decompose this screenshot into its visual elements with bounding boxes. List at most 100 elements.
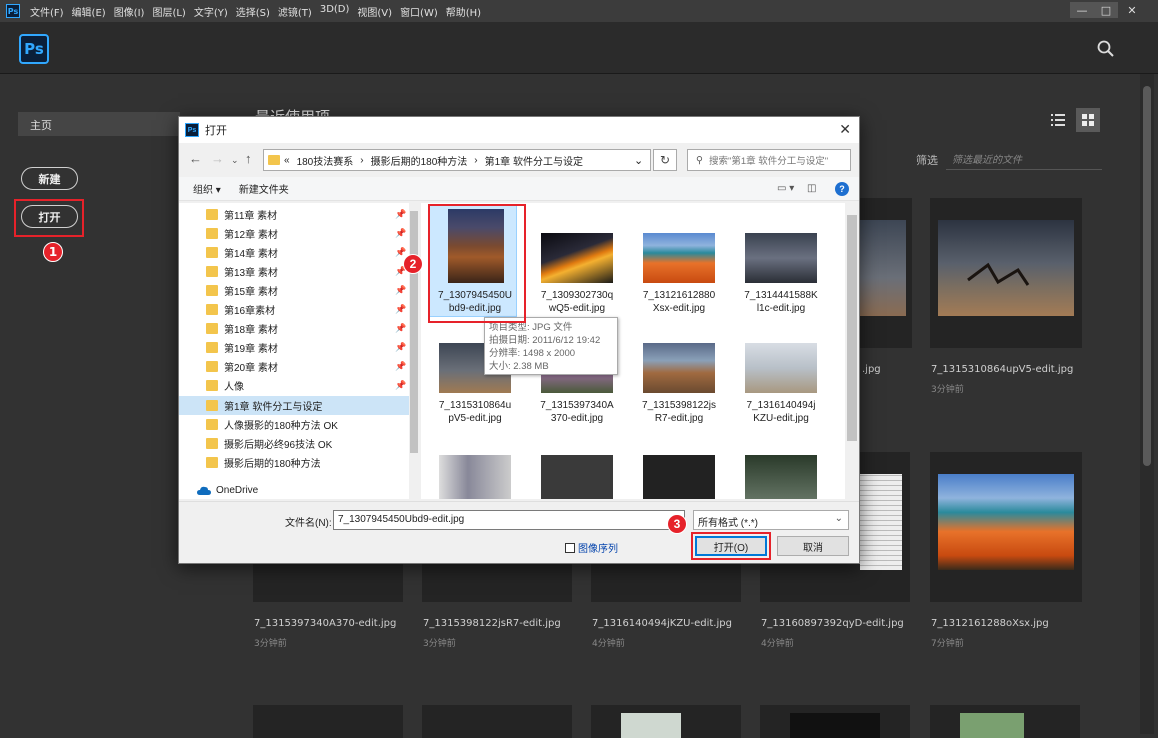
- nav-label: OneDrive: [216, 485, 259, 496]
- folder-icon: [206, 361, 218, 372]
- chevron-down-icon[interactable]: ⌄: [634, 154, 643, 167]
- nav-label: 第12章 素材: [224, 230, 278, 241]
- nav-folder[interactable]: 人像摄影的180种方法 OK: [179, 415, 409, 434]
- dialog-search-input[interactable]: ⚲ 搜索"第1章 软件分工与设定": [687, 149, 851, 171]
- ps-logo-icon: Ps: [19, 34, 49, 64]
- nav-folder[interactable]: 第19章 素材 📌: [179, 338, 409, 357]
- nav-folder[interactable]: 第14章 素材 📌: [179, 243, 409, 262]
- search-icon: ⚲: [696, 154, 703, 166]
- nav-folder-selected[interactable]: 第1章 软件分工与设定: [179, 396, 409, 415]
- close-icon[interactable]: ✕: [839, 121, 851, 138]
- preview-pane-icon[interactable]: ◫: [807, 183, 816, 194]
- forward-arrow-icon[interactable]: →: [211, 151, 224, 166]
- cloud-icon: [197, 486, 211, 495]
- recent-card[interactable]: [760, 705, 910, 738]
- file-thumbnail: [745, 343, 817, 393]
- address-bar[interactable]: « 180技法赛系 › 摄影后期的180种方法 › 第1章 软件分工与设定 ⌄: [263, 149, 651, 171]
- recent-card[interactable]: [930, 452, 1082, 602]
- files-scrollbar[interactable]: [845, 203, 859, 499]
- nav-folder[interactable]: 第15章 素材 📌: [179, 281, 409, 300]
- recent-file-time: 3分钟前: [254, 639, 287, 649]
- folder-icon: [206, 457, 218, 468]
- image-sequence-checkbox[interactable]: 图像序列: [565, 540, 618, 555]
- filename-label: 文件名(N):: [285, 518, 332, 529]
- nav-folder[interactable]: 第12章 素材 📌: [179, 224, 409, 243]
- breadcrumb-item[interactable]: 摄影后期的180种方法: [371, 153, 468, 168]
- filename-input[interactable]: 7_1307945450Ubd9-edit.jpg: [333, 510, 685, 530]
- recent-file-time: 7分钟前: [931, 639, 964, 649]
- menu-layer[interactable]: 图层(L): [152, 4, 185, 19]
- recent-thumbnail: [938, 474, 1074, 570]
- file-name: 7_13121612880 Xsx-edit.jpg: [642, 290, 716, 314]
- recent-card[interactable]: [253, 705, 403, 738]
- filetype-select[interactable]: 所有格式 (*.*) ⌄: [693, 510, 849, 530]
- nav-folder[interactable]: 第13章 素材 📌: [179, 262, 409, 281]
- recent-file-time: 3分钟前: [423, 639, 456, 649]
- folder-icon: [206, 247, 218, 258]
- file-thumbnail: [745, 455, 817, 499]
- refresh-icon[interactable]: ↻: [653, 149, 677, 171]
- minimize-button[interactable]: —: [1070, 2, 1094, 18]
- nav-folder[interactable]: 摄影后期必终96技法 OK: [179, 434, 409, 453]
- search-icon[interactable]: [1097, 40, 1115, 58]
- breadcrumb-item[interactable]: 180技法赛系: [297, 153, 354, 168]
- menu-help[interactable]: 帮助(H): [446, 4, 481, 19]
- recent-card[interactable]: [591, 705, 741, 738]
- recent-file-name: 7_1316140494jKZU-edit.jpg: [592, 618, 732, 629]
- folder-icon: [206, 323, 218, 334]
- nav-label: 摄影后期的180种方法: [224, 459, 321, 470]
- organize-button[interactable]: 组织 ▾: [193, 181, 221, 196]
- menu-select[interactable]: 选择(S): [236, 4, 270, 19]
- nav-folder[interactable]: 第18章 素材 📌: [179, 319, 409, 338]
- list-view-icon[interactable]: [1046, 108, 1070, 132]
- maximize-button[interactable]: □: [1094, 2, 1118, 18]
- folder-icon: [206, 304, 218, 315]
- file-thumbnail: [643, 455, 715, 499]
- pin-icon: 📌: [395, 228, 407, 238]
- pin-icon: 📌: [395, 304, 407, 314]
- menu-filter[interactable]: 滤镜(T): [278, 4, 312, 19]
- file-thumbnail: [541, 455, 613, 499]
- checkbox-label: 图像序列: [578, 544, 618, 555]
- dialog-cancel-button[interactable]: 取消: [777, 536, 849, 556]
- nav-folder[interactable]: 第11章 素材 📌: [179, 205, 409, 224]
- new-folder-button[interactable]: 新建文件夹: [239, 181, 289, 196]
- nav-folder[interactable]: 人像 📌: [179, 376, 409, 395]
- chevron-down-icon[interactable]: ⌄: [231, 155, 239, 166]
- new-button[interactable]: 新建: [21, 167, 78, 190]
- up-arrow-icon[interactable]: ↑: [245, 151, 252, 166]
- close-window-button[interactable]: ✕: [1120, 2, 1144, 18]
- nav-folder[interactable]: 第20章 素材 📌: [179, 357, 409, 376]
- open-button[interactable]: 打开: [21, 205, 78, 228]
- view-options-icon[interactable]: ▭ ▾: [777, 183, 794, 194]
- sidebar-item-home[interactable]: 主页: [18, 112, 180, 136]
- grid-view-icon[interactable]: [1076, 108, 1100, 132]
- nav-onedrive[interactable]: OneDrive: [179, 481, 409, 499]
- filter-input[interactable]: 筛选最近的文件: [946, 148, 1102, 170]
- chevron-down-icon: ⌄: [834, 513, 843, 524]
- help-icon[interactable]: ?: [835, 181, 849, 196]
- pin-icon: 📌: [395, 247, 407, 257]
- pin-icon: 📌: [395, 285, 407, 295]
- menu-image[interactable]: 图像(I): [114, 4, 145, 19]
- recent-partial-name: .jpg: [862, 364, 881, 375]
- recent-card[interactable]: [930, 198, 1082, 348]
- menu-type[interactable]: 文字(Y): [194, 4, 228, 19]
- dialog-open-button[interactable]: 打开(O): [695, 536, 767, 556]
- folder-icon: [206, 400, 218, 411]
- menu-3d[interactable]: 3D(D): [320, 4, 350, 19]
- nav-folder[interactable]: 第16章素材 📌: [179, 300, 409, 319]
- nav-folder[interactable]: 摄影后期的180种方法: [179, 453, 409, 472]
- recent-card[interactable]: [422, 705, 572, 738]
- breadcrumb-item[interactable]: 第1章 软件分工与设定: [485, 153, 583, 168]
- file-name: 7_1316140494j KZU-edit.jpg: [746, 400, 816, 424]
- menu-window[interactable]: 窗口(W): [400, 4, 438, 19]
- main-scrollbar[interactable]: [1140, 74, 1154, 734]
- menu-edit[interactable]: 编辑(E): [72, 4, 106, 19]
- menu-view[interactable]: 视图(V): [357, 4, 392, 19]
- menu-file[interactable]: 文件(F): [30, 4, 64, 19]
- recent-card[interactable]: [930, 705, 1080, 738]
- nav-scrollbar[interactable]: [409, 203, 419, 499]
- menu-bar: Ps 文件(F) 编辑(E) 图像(I) 图层(L) 文字(Y) 选择(S) 滤…: [0, 0, 1158, 22]
- back-arrow-icon[interactable]: ←: [189, 151, 202, 166]
